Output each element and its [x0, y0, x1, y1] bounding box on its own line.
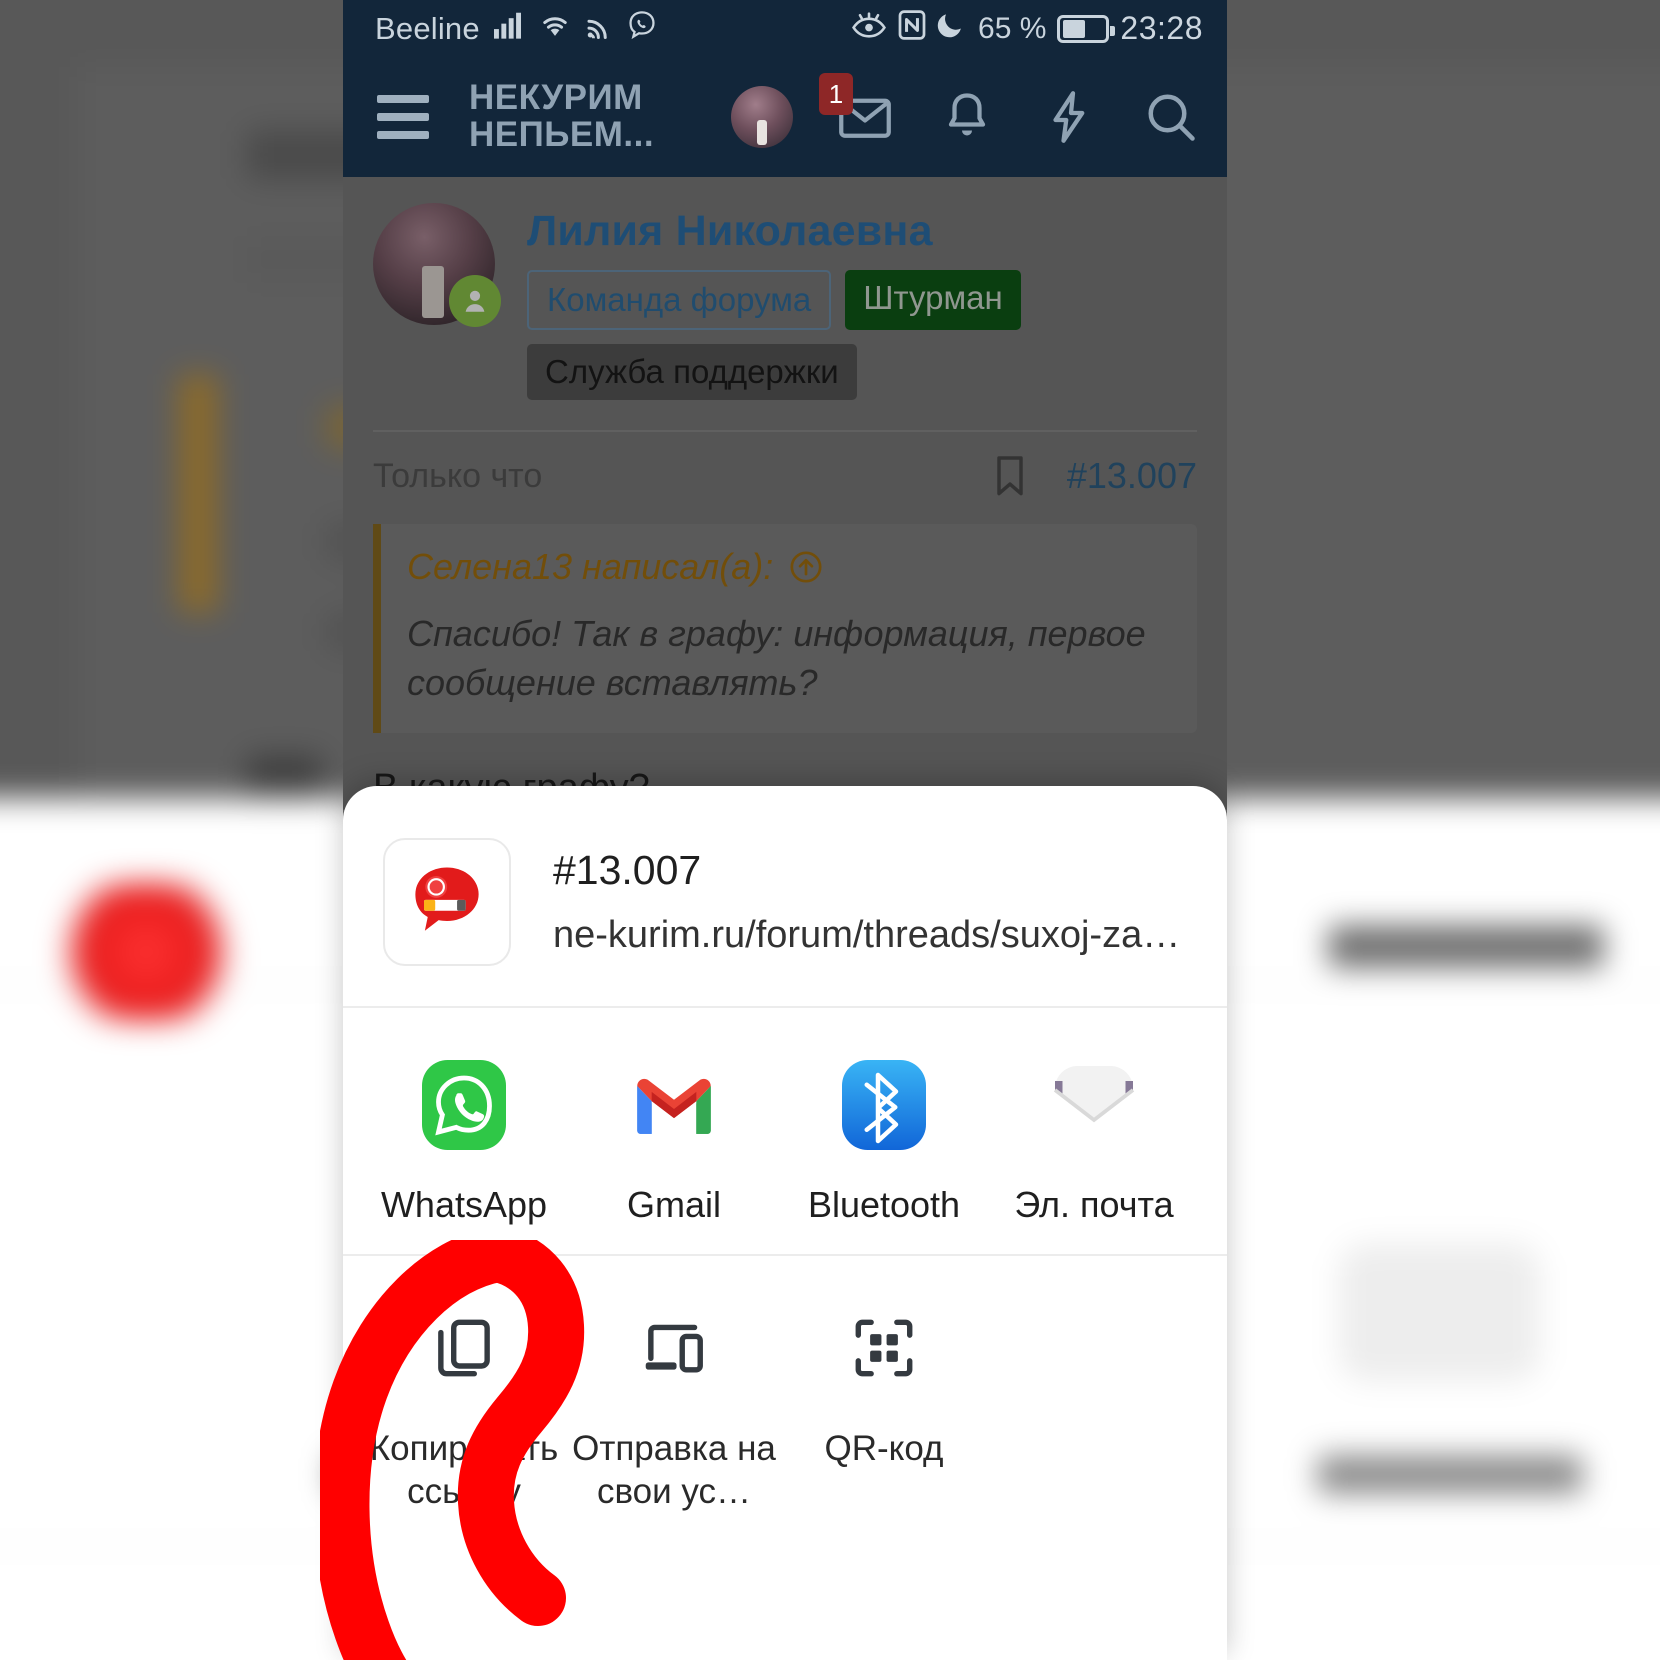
- author-avatar[interactable]: [373, 203, 501, 327]
- post-number[interactable]: #13.007: [1067, 455, 1197, 497]
- badge-support: Служба поддержки: [527, 344, 857, 400]
- mail-icon[interactable]: 1: [819, 73, 895, 147]
- bluetooth-icon: [779, 1050, 989, 1160]
- mail-badge-count: 1: [819, 73, 853, 115]
- battery-percent-label: 65 %: [978, 11, 1047, 45]
- share-target-label: Bluetooth: [807, 1184, 961, 1225]
- bookmark-icon[interactable]: [993, 454, 1027, 498]
- bell-icon[interactable]: [937, 87, 997, 147]
- action-label: QR-код: [824, 1429, 944, 1468]
- qr-code-icon: [779, 1308, 989, 1388]
- share-title: #13.007: [553, 847, 702, 893]
- ne-kurim-app-icon: [383, 838, 511, 966]
- cast-icon: [584, 10, 614, 48]
- action-copy-link[interactable]: Копировать ссылку: [359, 1308, 569, 1513]
- share-action-row: Копировать ссылку Отправка на свои ус… Q…: [343, 1256, 1227, 1513]
- share-sheet: #13.007 ne-kurim.ru/forum/threads/suxoj-…: [343, 786, 1227, 1660]
- quote-author-row[interactable]: Селена13 написал(а):: [407, 546, 1171, 588]
- author-name[interactable]: Лилия Николаевна: [527, 207, 1197, 256]
- app-bar: НЕКУРИМ НЕПЬЕМ... 1: [343, 57, 1227, 177]
- share-target-whatsapp[interactable]: WhatsApp: [359, 1050, 569, 1226]
- share-target-label: Эл. почта: [1014, 1184, 1174, 1225]
- share-app-row: WhatsApp Gmail Bluetooth Эл. почта: [343, 1008, 1227, 1254]
- share-target-gmail[interactable]: Gmail: [569, 1050, 779, 1226]
- hamburger-menu-icon[interactable]: [377, 95, 429, 139]
- post-content: Лилия Николаевна Команда форума Штурман …: [343, 177, 1227, 811]
- action-label: Копировать ссылку: [369, 1429, 559, 1511]
- signal-bars-icon: [492, 10, 526, 48]
- app-brand[interactable]: НЕКУРИМ НЕПЬЕМ...: [469, 78, 655, 154]
- wifi-icon: [538, 10, 572, 48]
- action-label: Отправка на свои ус…: [572, 1429, 776, 1511]
- post-timestamp: Только что: [373, 456, 543, 495]
- status-bar: Beeline 65 % 23:28: [343, 0, 1227, 57]
- badge-team: Команда форума: [527, 270, 832, 330]
- share-target-label: Gmail: [626, 1184, 721, 1225]
- online-status-icon: [449, 275, 501, 327]
- do-not-disturb-moon-icon: [937, 10, 967, 48]
- badge-navigator: Штурман: [845, 270, 1021, 330]
- post-meta-row: Только что #13.007: [373, 430, 1197, 498]
- post-author-header: Лилия Николаевна Команда форума Штурман …: [343, 177, 1227, 400]
- lightning-icon[interactable]: [1039, 87, 1099, 147]
- share-url: ne-kurim.ru/forum/threads/suxoj-zako…: [553, 914, 1187, 956]
- share-target-partial[interactable]: С: [1199, 1050, 1227, 1226]
- share-target-email[interactable]: Эл. почта: [989, 1050, 1199, 1226]
- send-to-devices-icon: [569, 1308, 779, 1388]
- clock-label: 23:28: [1120, 10, 1203, 46]
- avatar[interactable]: [731, 86, 793, 148]
- carrier-label: Beeline: [375, 10, 480, 46]
- quote-block: Селена13 написал(а): Спасибо! Так в граф…: [373, 524, 1197, 734]
- viber-icon: [626, 9, 658, 49]
- eye-comfort-icon: [851, 10, 887, 48]
- screenshot-root: Beeline 65 % 23:28 НЕКУРИМ НЕПЬЕМ... 1 Л…: [0, 0, 1660, 1660]
- battery-saver-icon: [1057, 14, 1116, 43]
- search-icon[interactable]: [1141, 87, 1201, 147]
- author-badges: Команда форума Штурман Служба поддержки: [527, 270, 1197, 400]
- gmail-icon: [569, 1050, 779, 1160]
- action-send-to-devices[interactable]: Отправка на свои ус…: [569, 1308, 779, 1513]
- quote-author-label: Селена13 написал(а):: [407, 546, 774, 587]
- jump-to-post-icon[interactable]: [789, 550, 823, 584]
- quote-text: Спасибо! Так в графу: информация, первое…: [407, 613, 1146, 703]
- brand-line-1: НЕКУРИМ: [469, 78, 643, 118]
- brand-line-2: НЕПЬЕМ...: [469, 115, 655, 154]
- copy-link-icon: [359, 1308, 569, 1388]
- share-target-label: WhatsApp: [380, 1184, 548, 1225]
- email-envelope-icon: [989, 1050, 1199, 1160]
- action-qr-code[interactable]: QR-код: [779, 1308, 989, 1513]
- share-target-label: С: [1199, 1184, 1227, 1226]
- partial-app-icon: [1199, 1050, 1227, 1160]
- share-target-bluetooth[interactable]: Bluetooth: [779, 1050, 989, 1226]
- nfc-icon: [898, 9, 926, 48]
- share-target-preview: #13.007 ne-kurim.ru/forum/threads/suxoj-…: [343, 786, 1227, 1006]
- whatsapp-icon: [359, 1050, 569, 1160]
